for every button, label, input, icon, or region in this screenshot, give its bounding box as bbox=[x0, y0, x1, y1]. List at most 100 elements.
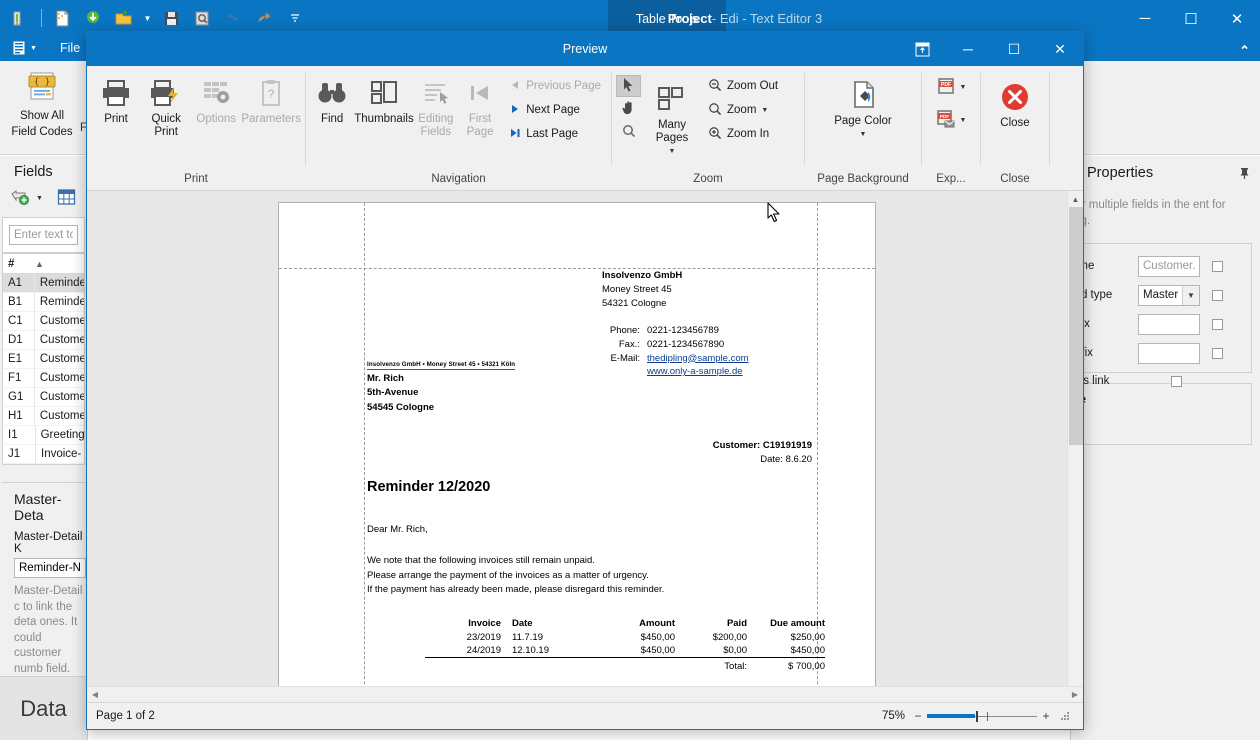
save-download-icon[interactable] bbox=[80, 5, 106, 31]
horizontal-scrollbar[interactable]: ◀ ▶ bbox=[87, 686, 1083, 702]
add-field-icon[interactable] bbox=[10, 188, 30, 209]
show-all-field-codes-label-1: Show All bbox=[19, 110, 65, 123]
save-icon[interactable] bbox=[158, 5, 184, 31]
ribbon-group-print: Print Quick Print Options ? Parameters P… bbox=[87, 68, 305, 187]
pointer-tool-button[interactable] bbox=[616, 75, 641, 97]
print-button[interactable]: Print bbox=[91, 68, 141, 187]
field-row[interactable]: H1 Custome bbox=[3, 406, 84, 426]
pin-icon[interactable] bbox=[1239, 167, 1250, 183]
editing-fields-button[interactable]: Editing Fields bbox=[414, 68, 458, 187]
chevron-down-icon[interactable]: ▼ bbox=[960, 84, 967, 91]
property-select-field-type[interactable]: Master ▼ bbox=[1138, 284, 1200, 306]
folder-dropdown-icon[interactable]: ▼ bbox=[142, 5, 153, 31]
master-detail-key-input[interactable] bbox=[14, 558, 86, 578]
status-right-group: 75% − + bbox=[882, 709, 1083, 723]
scroll-up-arrow[interactable]: ▲ bbox=[1068, 191, 1083, 207]
data-tab[interactable]: Data bbox=[0, 676, 88, 740]
show-all-field-codes-button[interactable]: { } Show All Field Codes bbox=[6, 65, 78, 140]
contact-link-email[interactable]: thedipling@sample.com bbox=[647, 352, 749, 366]
resize-grip[interactable] bbox=[1059, 710, 1071, 722]
options-button[interactable]: Options bbox=[191, 68, 241, 187]
maximize-button[interactable]: ☐ bbox=[1168, 0, 1214, 37]
pen-icon[interactable] bbox=[8, 5, 34, 31]
property-checkbox-is-link[interactable] bbox=[1171, 375, 1183, 387]
field-row[interactable]: G1 Custome bbox=[3, 387, 84, 407]
preview-maximize-button[interactable]: ☐ bbox=[991, 32, 1037, 66]
scroll-left-arrow[interactable]: ◀ bbox=[87, 690, 103, 699]
contact-link-website[interactable]: www.only-a-sample.de bbox=[647, 365, 743, 379]
zoom-slider-handle[interactable] bbox=[976, 711, 978, 722]
zoom-slider[interactable]: − + bbox=[913, 709, 1051, 723]
options-label: Options bbox=[196, 113, 237, 125]
column-header-num[interactable]: # bbox=[3, 258, 35, 270]
many-pages-icon bbox=[656, 82, 688, 116]
property-checkbox-name[interactable] bbox=[1212, 260, 1223, 272]
field-row[interactable]: J1 Invoice- bbox=[3, 444, 84, 464]
zoom-in-button[interactable]: Zoom In bbox=[705, 123, 784, 145]
field-row[interactable]: I1 Greeting bbox=[3, 425, 84, 445]
property-input-suffix[interactable] bbox=[1138, 342, 1200, 364]
preview-minimize-button[interactable]: ─ bbox=[945, 32, 991, 66]
property-input-prefix[interactable] bbox=[1138, 313, 1200, 335]
zoom-slider-track[interactable] bbox=[927, 710, 1037, 722]
many-pages-button[interactable]: Many Pages ▼ bbox=[641, 68, 703, 187]
property-checkbox-suffix[interactable] bbox=[1212, 347, 1223, 359]
property-input-name[interactable] bbox=[1138, 255, 1200, 277]
document-viewport[interactable]: Insolvenzo GmbH Money Street 45 54321 Co… bbox=[87, 191, 1083, 714]
contact-row-fax: Fax.: 0221-1234567890 bbox=[597, 338, 812, 352]
ribbon-display-options-button[interactable] bbox=[899, 32, 945, 66]
ribbon-group-export: PDF ▼ PDF ▼ Exp... bbox=[922, 68, 980, 187]
close-preview-button[interactable]: Close bbox=[989, 68, 1041, 187]
zoom-slider-minus[interactable]: − bbox=[913, 709, 923, 723]
field-row[interactable]: A1 Reminde bbox=[3, 273, 84, 293]
new-document-icon[interactable] bbox=[49, 5, 75, 31]
last-page-button[interactable]: Last Page bbox=[506, 123, 607, 145]
insert-table-icon[interactable] bbox=[57, 188, 76, 209]
first-page-button[interactable]: First Page bbox=[458, 68, 502, 187]
field-row[interactable]: F1 Custome bbox=[3, 368, 84, 388]
vertical-scroll-thumb[interactable] bbox=[1069, 207, 1083, 445]
vertical-scrollbar[interactable]: ▲ ▼ bbox=[1067, 191, 1083, 714]
zoom-slider-plus[interactable]: + bbox=[1041, 709, 1051, 723]
previous-page-button[interactable]: Previous Page bbox=[506, 75, 607, 97]
field-row-name: Greeting bbox=[40, 429, 84, 441]
field-row[interactable]: E1 Custome bbox=[3, 349, 84, 369]
open-folder-icon[interactable] bbox=[111, 5, 137, 31]
zoom-in-label: Zoom In bbox=[727, 128, 770, 140]
scroll-right-arrow[interactable]: ▶ bbox=[1067, 690, 1083, 699]
zoom-button[interactable]: Zoom ▼ bbox=[705, 99, 784, 121]
field-row[interactable]: B1 Reminde bbox=[3, 292, 84, 312]
fields-search-input[interactable] bbox=[9, 225, 78, 245]
thumbnails-button[interactable]: Thumbnails bbox=[354, 68, 414, 187]
hand-tool-button[interactable] bbox=[616, 98, 641, 120]
redo-icon[interactable] bbox=[251, 5, 277, 31]
body-line-2: Please arrange the payment of the invoic… bbox=[367, 569, 649, 581]
find-button[interactable]: Find bbox=[310, 68, 354, 187]
preview-close-button[interactable]: ✕ bbox=[1037, 32, 1083, 66]
parameters-clipboard-icon: ? bbox=[258, 76, 284, 110]
export-pdf-row[interactable]: PDF ▼ bbox=[936, 68, 967, 99]
application-menu-icon[interactable]: ▼ bbox=[12, 40, 37, 56]
parameters-button[interactable]: ? Parameters bbox=[241, 68, 301, 187]
property-checkbox-field-type[interactable] bbox=[1212, 289, 1223, 301]
property-checkbox-prefix[interactable] bbox=[1212, 318, 1223, 330]
fields-grid-header: # ▲ bbox=[3, 254, 84, 274]
field-row[interactable]: C1 Custome bbox=[3, 311, 84, 331]
customize-qat-icon[interactable] bbox=[282, 5, 308, 31]
field-row[interactable]: D1 Custome bbox=[3, 330, 84, 350]
close-button[interactable]: ✕ bbox=[1214, 0, 1260, 37]
ribbon-collapse-icon[interactable]: ⌃ bbox=[1239, 43, 1250, 59]
undo-icon[interactable] bbox=[220, 5, 246, 31]
many-pages-label: Many Pages bbox=[655, 119, 689, 145]
page-color-button[interactable]: Page Color ▼ bbox=[823, 68, 903, 187]
print-preview-icon[interactable] bbox=[189, 5, 215, 31]
minimize-button[interactable]: ─ bbox=[1122, 0, 1168, 37]
quick-print-button[interactable]: Quick Print bbox=[141, 68, 191, 187]
magnifier-tool-button[interactable] bbox=[616, 121, 641, 143]
next-page-button[interactable]: Next Page bbox=[506, 99, 607, 121]
tab-file[interactable]: File bbox=[60, 41, 80, 55]
zoom-out-button[interactable]: Zoom Out bbox=[705, 75, 784, 97]
chevron-down-icon[interactable]: ▼ bbox=[36, 195, 43, 202]
chevron-down-icon[interactable]: ▼ bbox=[960, 117, 967, 124]
email-pdf-row[interactable]: PDF ▼ bbox=[936, 99, 967, 132]
